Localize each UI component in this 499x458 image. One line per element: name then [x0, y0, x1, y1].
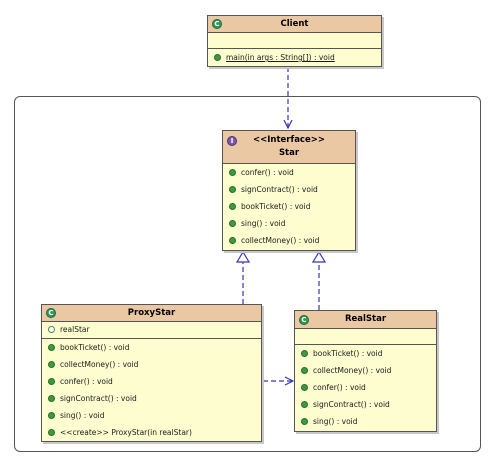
proxystar-attribute[interactable]: realStar [42, 322, 261, 338]
proxystar-operations-section: bookTicket() : void collectMoney() : voi… [42, 339, 261, 441]
star-operation[interactable]: confer() : void [223, 164, 355, 181]
proxystar-operation-label: sing() : void [60, 411, 105, 420]
public-method-icon [48, 344, 55, 351]
client-class[interactable]: C Client main(in args : String[]) : void [207, 15, 382, 67]
diagram-canvas: C Client main(in args : String[]) : void… [0, 0, 499, 458]
proxystar-operation-label: signContract() : void [60, 394, 137, 403]
star-operation-label: collectMoney() : void [241, 236, 320, 245]
class-icon: C [212, 19, 222, 29]
star-operation[interactable]: sing() : void [223, 215, 355, 232]
client-operations-section: main(in args : String[]) : void [208, 49, 381, 66]
public-method-icon [48, 361, 55, 368]
public-method-icon [301, 367, 308, 374]
star-operation-label: confer() : void [241, 168, 294, 177]
class-icon: C [299, 315, 309, 325]
realstar-operation[interactable]: sing() : void [295, 413, 436, 430]
realstar-operation-label: confer() : void [313, 383, 366, 392]
realstar-operation-label: signContract() : void [313, 400, 390, 409]
star-operation-label: signContract() : void [241, 185, 318, 194]
public-method-icon [301, 350, 308, 357]
realstar-operation[interactable]: signContract() : void [295, 396, 436, 413]
client-class-name: Client [280, 19, 309, 29]
star-operations-section: confer() : void signContract() : void bo… [223, 164, 355, 249]
interface-icon: I [227, 136, 237, 146]
proxystar-constructor[interactable]: <<create>> ProxyStar(in realStar) [42, 424, 261, 441]
proxystar-operation[interactable]: signContract() : void [42, 390, 261, 407]
realstar-operations-section: bookTicket() : void collectMoney() : voi… [295, 345, 436, 430]
star-interface-header: I <<Interface>> Star [223, 131, 355, 164]
public-method-icon [48, 378, 55, 385]
public-method-icon [229, 220, 236, 227]
star-operation[interactable]: signContract() : void [223, 181, 355, 198]
public-method-icon [301, 401, 308, 408]
client-operation[interactable]: main(in args : String[]) : void [208, 49, 381, 66]
realstar-realization-arrowhead [311, 250, 327, 263]
realstar-operation-label: bookTicket() : void [313, 349, 383, 358]
realstar-class-name: RealStar [344, 314, 387, 324]
proxystar-class[interactable]: C ProxyStar realStar bookTicket() : void… [41, 304, 262, 442]
realstar-operation[interactable]: confer() : void [295, 379, 436, 396]
public-method-icon [229, 203, 236, 210]
star-interface-name: Star [278, 148, 300, 158]
star-stereotype: <<Interface>> [253, 135, 325, 145]
proxystar-operation[interactable]: confer() : void [42, 373, 261, 390]
proxystar-operation[interactable]: bookTicket() : void [42, 339, 261, 356]
realstar-operation[interactable]: bookTicket() : void [295, 345, 436, 362]
realstar-attributes-section [295, 329, 436, 345]
public-method-icon [48, 412, 55, 419]
realstar-class-header: C RealStar [295, 311, 436, 329]
public-method-icon [229, 186, 236, 193]
proxystar-operation-label: collectMoney() : void [60, 360, 139, 369]
proxystar-operation[interactable]: sing() : void [42, 407, 261, 424]
public-method-icon [48, 395, 55, 402]
proxystar-operation-label: confer() : void [60, 377, 113, 386]
public-method-icon [214, 54, 221, 61]
public-method-icon [301, 384, 308, 391]
public-method-icon [229, 237, 236, 244]
realstar-operation-label: collectMoney() : void [313, 366, 392, 375]
proxystar-class-name: ProxyStar [127, 308, 176, 318]
public-method-icon [301, 418, 308, 425]
realstar-operation[interactable]: collectMoney() : void [295, 362, 436, 379]
proxystar-operation-label: bookTicket() : void [60, 343, 130, 352]
proxystar-attribute-label: realStar [60, 325, 90, 334]
proxystar-operation[interactable]: collectMoney() : void [42, 356, 261, 373]
class-icon: C [46, 308, 56, 318]
star-operation[interactable]: collectMoney() : void [223, 232, 355, 249]
client-attributes-section [208, 33, 381, 49]
realstar-class[interactable]: C RealStar bookTicket() : void collectMo… [294, 310, 437, 432]
star-operation-label: sing() : void [241, 219, 286, 228]
star-operation-label: bookTicket() : void [241, 202, 311, 211]
proxystar-operation-label: <<create>> ProxyStar(in realStar) [60, 428, 192, 437]
proxystar-class-header: C ProxyStar [42, 305, 261, 322]
realstar-operation-label: sing() : void [313, 417, 358, 426]
star-interface[interactable]: I <<Interface>> Star confer() : void sig… [222, 130, 356, 251]
field-icon [48, 326, 55, 333]
star-operation[interactable]: bookTicket() : void [223, 198, 355, 215]
client-class-header: C Client [208, 16, 381, 33]
proxystar-realization-arrowhead [235, 250, 251, 263]
proxystar-attributes-section: realStar [42, 322, 261, 339]
client-operation-label: main(in args : String[]) : void [226, 53, 335, 62]
public-method-icon [48, 429, 55, 436]
public-method-icon [229, 169, 236, 176]
